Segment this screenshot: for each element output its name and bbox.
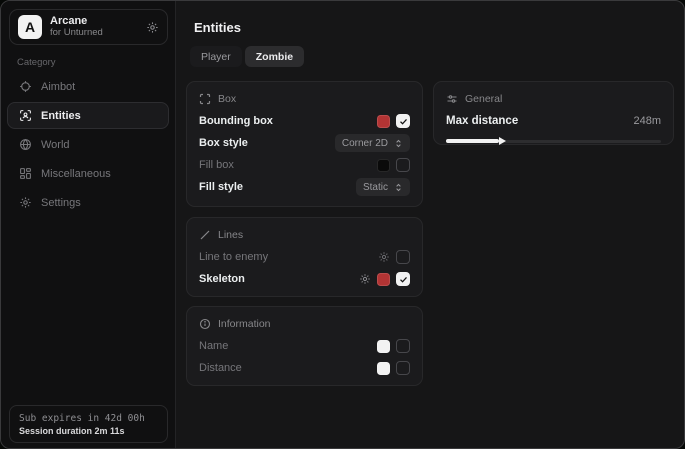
category-label: Category	[17, 57, 56, 68]
chevron-up-down-icon	[394, 139, 403, 148]
diagonal-line-icon	[199, 229, 211, 241]
tab-player[interactable]: Player	[190, 46, 242, 67]
information-card: Information Name Distance	[186, 306, 423, 386]
sidebar-item-miscellaneous[interactable]: Miscellaneous	[7, 160, 169, 187]
scan-person-icon	[18, 109, 32, 122]
setting-row-distance: Distance	[199, 357, 410, 379]
setting-label: Max distance	[446, 115, 633, 127]
fill-style-dropdown[interactable]: Static	[356, 178, 410, 196]
crosshair-icon	[18, 80, 32, 93]
slider-fill	[446, 139, 499, 143]
sliders-icon	[446, 93, 458, 105]
lines-card: Lines Line to enemy Skeleton	[186, 217, 423, 297]
sidebar-item-label: Miscellaneous	[41, 168, 111, 180]
info-icon	[199, 318, 211, 330]
sidebar-item-label: Aimbot	[41, 81, 75, 93]
checkbox-unchecked[interactable]	[396, 361, 410, 375]
chevron-up-down-icon	[394, 183, 403, 192]
setting-label: Fill box	[199, 159, 377, 171]
row-settings-gear-icon[interactable]	[378, 251, 390, 263]
checkbox-unchecked[interactable]	[396, 158, 410, 172]
gear-icon[interactable]	[146, 21, 159, 34]
dropdown-value: Static	[363, 182, 388, 193]
setting-row-box-style: Box style Corner 2D	[199, 132, 410, 154]
setting-label: Name	[199, 340, 377, 352]
sidebar-item-label: Entities	[41, 110, 81, 122]
setting-row-fill-style: Fill style Static	[199, 176, 410, 198]
box-style-dropdown[interactable]: Corner 2D	[335, 134, 410, 152]
color-swatch[interactable]	[377, 115, 390, 128]
setting-label: Box style	[199, 137, 335, 149]
card-title: Information	[218, 318, 271, 330]
setting-label: Skeleton	[199, 273, 359, 285]
checkbox-unchecked[interactable]	[396, 250, 410, 264]
setting-row-bounding-box: Bounding box	[199, 110, 410, 132]
setting-label: Line to enemy	[199, 251, 378, 263]
setting-row-skeleton: Skeleton	[199, 268, 410, 290]
max-distance-slider[interactable]	[446, 137, 661, 145]
color-swatch[interactable]	[377, 362, 390, 375]
box-frame-icon	[199, 93, 211, 105]
app-logo: A	[18, 15, 42, 39]
color-swatch[interactable]	[377, 273, 390, 286]
sidebar: A Arcane for Unturned Category Aimbot	[1, 1, 176, 448]
setting-row-max-distance: Max distance 248m	[446, 111, 661, 131]
sidebar-item-world[interactable]: World	[7, 131, 169, 158]
card-title: Lines	[218, 229, 243, 241]
sidebar-item-label: World	[41, 139, 70, 151]
setting-label: Fill style	[199, 181, 356, 193]
card-title: Box	[218, 93, 236, 105]
checkbox-checked[interactable]	[396, 114, 410, 128]
subscription-card: Sub expires in 42d 00h Session duration …	[9, 405, 168, 443]
globe-icon	[18, 138, 32, 151]
brand-card: A Arcane for Unturned	[9, 9, 168, 45]
color-swatch[interactable]	[377, 340, 390, 353]
color-swatch[interactable]	[377, 159, 390, 172]
page-title: Entities	[194, 20, 241, 35]
app-window: A Arcane for Unturned Category Aimbot	[0, 0, 685, 449]
sidebar-item-aimbot[interactable]: Aimbot	[7, 73, 169, 100]
setting-row-name: Name	[199, 335, 410, 357]
sidebar-item-label: Settings	[41, 197, 81, 209]
slider-thumb[interactable]	[499, 137, 506, 145]
brand-name: Arcane	[50, 15, 138, 28]
sidebar-item-settings[interactable]: Settings	[7, 189, 169, 216]
box-card: Box Bounding box Box style Corner 2D	[186, 81, 423, 207]
session-duration-text: Session duration 2m 11s	[19, 426, 158, 436]
card-title: General	[465, 93, 502, 105]
setting-row-line-to-enemy: Line to enemy	[199, 246, 410, 268]
row-settings-gear-icon[interactable]	[359, 273, 371, 285]
setting-label: Distance	[199, 362, 377, 374]
dropdown-value: Corner 2D	[342, 138, 388, 149]
slider-value: 248m	[633, 115, 661, 127]
gear-icon	[18, 196, 32, 209]
grid-icon	[18, 167, 32, 180]
sub-expiry-text: Sub expires in 42d 00h	[19, 413, 158, 424]
entity-tabs: Player Zombie	[190, 46, 304, 67]
setting-label: Bounding box	[199, 115, 377, 127]
sidebar-nav: Aimbot Entities World Miscellaneous	[7, 73, 169, 216]
brand-subtitle: for Unturned	[50, 28, 138, 39]
tab-zombie[interactable]: Zombie	[245, 46, 304, 67]
sidebar-item-entities[interactable]: Entities	[7, 102, 169, 129]
checkbox-unchecked[interactable]	[396, 339, 410, 353]
setting-row-fill-box: Fill box	[199, 154, 410, 176]
main-content: Entities Player Zombie Box Bounding box	[177, 1, 684, 448]
general-card: General Max distance 248m	[433, 81, 674, 145]
checkbox-checked[interactable]	[396, 272, 410, 286]
